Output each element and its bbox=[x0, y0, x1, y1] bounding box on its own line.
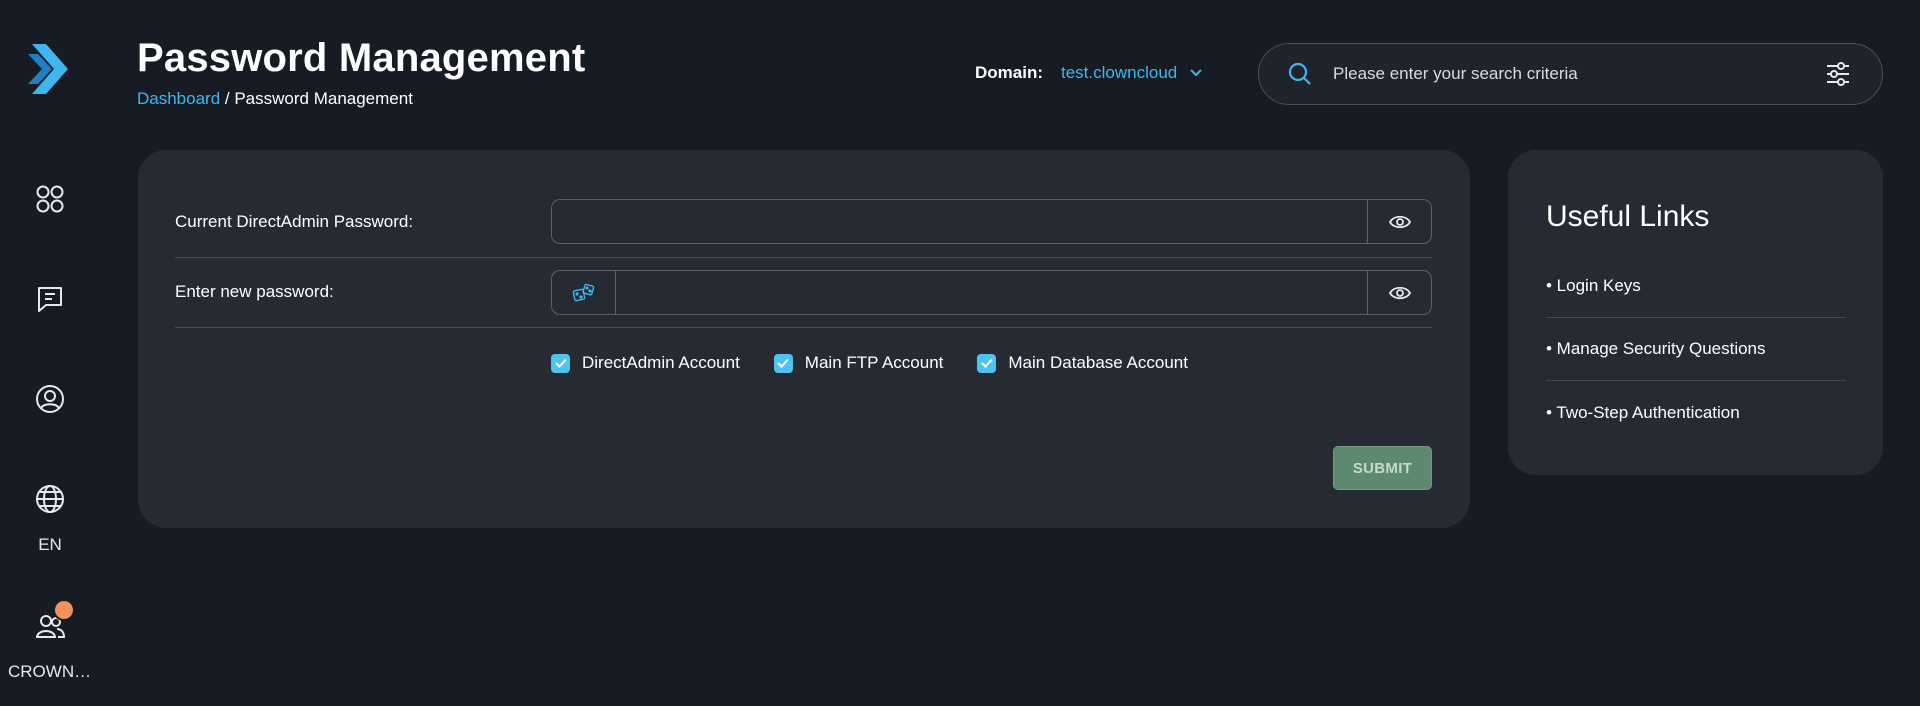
link-two-step-authentication[interactable]: • Two-Step Authentication bbox=[1546, 381, 1846, 444]
domain-dropdown[interactable]: test.clowncloud bbox=[1061, 63, 1203, 83]
eye-icon bbox=[1388, 286, 1411, 299]
breadcrumb: Dashboard / Password Management bbox=[137, 89, 413, 109]
current-password-row: Current DirectAdmin Password: bbox=[175, 150, 1432, 258]
breadcrumb-separator: / bbox=[220, 89, 235, 108]
show-new-password-toggle[interactable] bbox=[1367, 271, 1431, 314]
eye-icon bbox=[1388, 215, 1411, 228]
user-icon[interactable] bbox=[32, 381, 68, 417]
sidebar: EN CROWNCLOUD bbox=[0, 0, 100, 706]
chat-icon[interactable] bbox=[32, 281, 68, 317]
domain-label: Domain: bbox=[975, 63, 1043, 82]
breadcrumb-dashboard-link[interactable]: Dashboard bbox=[137, 89, 220, 108]
user-account-label[interactable]: CROWNCLOUD bbox=[0, 662, 100, 682]
checkbox-checked-icon bbox=[977, 353, 997, 373]
checkbox-checked-icon bbox=[551, 353, 570, 373]
current-password-label: Current DirectAdmin Password: bbox=[175, 212, 414, 231]
generate-password-button[interactable] bbox=[552, 271, 616, 314]
notification-badge bbox=[53, 599, 75, 621]
search-input[interactable] bbox=[1331, 63, 1824, 85]
search-icon bbox=[1288, 62, 1311, 85]
checkbox-main-database-account[interactable]: Main Database Account bbox=[977, 353, 1188, 373]
checkbox-directadmin-account[interactable]: DirectAdmin Account bbox=[551, 353, 740, 373]
new-password-input[interactable] bbox=[616, 271, 1367, 314]
new-password-row: Enter new password: bbox=[175, 258, 1432, 328]
current-password-input[interactable] bbox=[552, 200, 1367, 243]
submit-button[interactable]: SUBMIT bbox=[1333, 446, 1432, 490]
checkbox-label: DirectAdmin Account bbox=[582, 353, 740, 372]
checkbox-label: Main FTP Account bbox=[804, 353, 944, 372]
page-title: Password Management bbox=[137, 36, 586, 80]
filter-sliders-icon[interactable] bbox=[1824, 60, 1852, 88]
current-password-group bbox=[551, 199, 1432, 244]
breadcrumb-current: Password Management bbox=[234, 89, 413, 108]
language-selector[interactable]: EN bbox=[0, 535, 100, 555]
logo-icon[interactable] bbox=[26, 42, 74, 96]
checkbox-main-ftp-account[interactable]: Main FTP Account bbox=[773, 353, 944, 373]
new-password-label: Enter new password: bbox=[175, 282, 334, 301]
chevron-down-icon bbox=[1190, 69, 1202, 77]
domain-selector: Domain: test.clowncloud bbox=[975, 63, 1203, 83]
domain-value: test.clowncloud bbox=[1061, 63, 1178, 82]
useful-links-card: Useful Links • Login Keys • Manage Secur… bbox=[1508, 150, 1883, 475]
checkbox-label: Main Database Account bbox=[1008, 353, 1188, 372]
search-bar bbox=[1258, 43, 1883, 105]
password-form-card: Current DirectAdmin Password: Enter new … bbox=[138, 150, 1470, 528]
link-manage-security-questions[interactable]: • Manage Security Questions bbox=[1546, 318, 1846, 381]
link-login-keys[interactable]: • Login Keys bbox=[1546, 255, 1846, 318]
useful-links-title: Useful Links bbox=[1546, 200, 1710, 233]
dice-icon bbox=[572, 283, 594, 301]
account-checkboxes: DirectAdmin Account Main FTP Account Mai… bbox=[551, 353, 1222, 373]
checkbox-checked-icon bbox=[773, 353, 793, 373]
show-password-toggle[interactable] bbox=[1367, 200, 1431, 243]
new-password-group bbox=[551, 270, 1432, 315]
globe-icon[interactable] bbox=[32, 481, 68, 517]
apps-icon[interactable] bbox=[32, 181, 68, 217]
useful-links-list: • Login Keys • Manage Security Questions… bbox=[1546, 255, 1846, 444]
